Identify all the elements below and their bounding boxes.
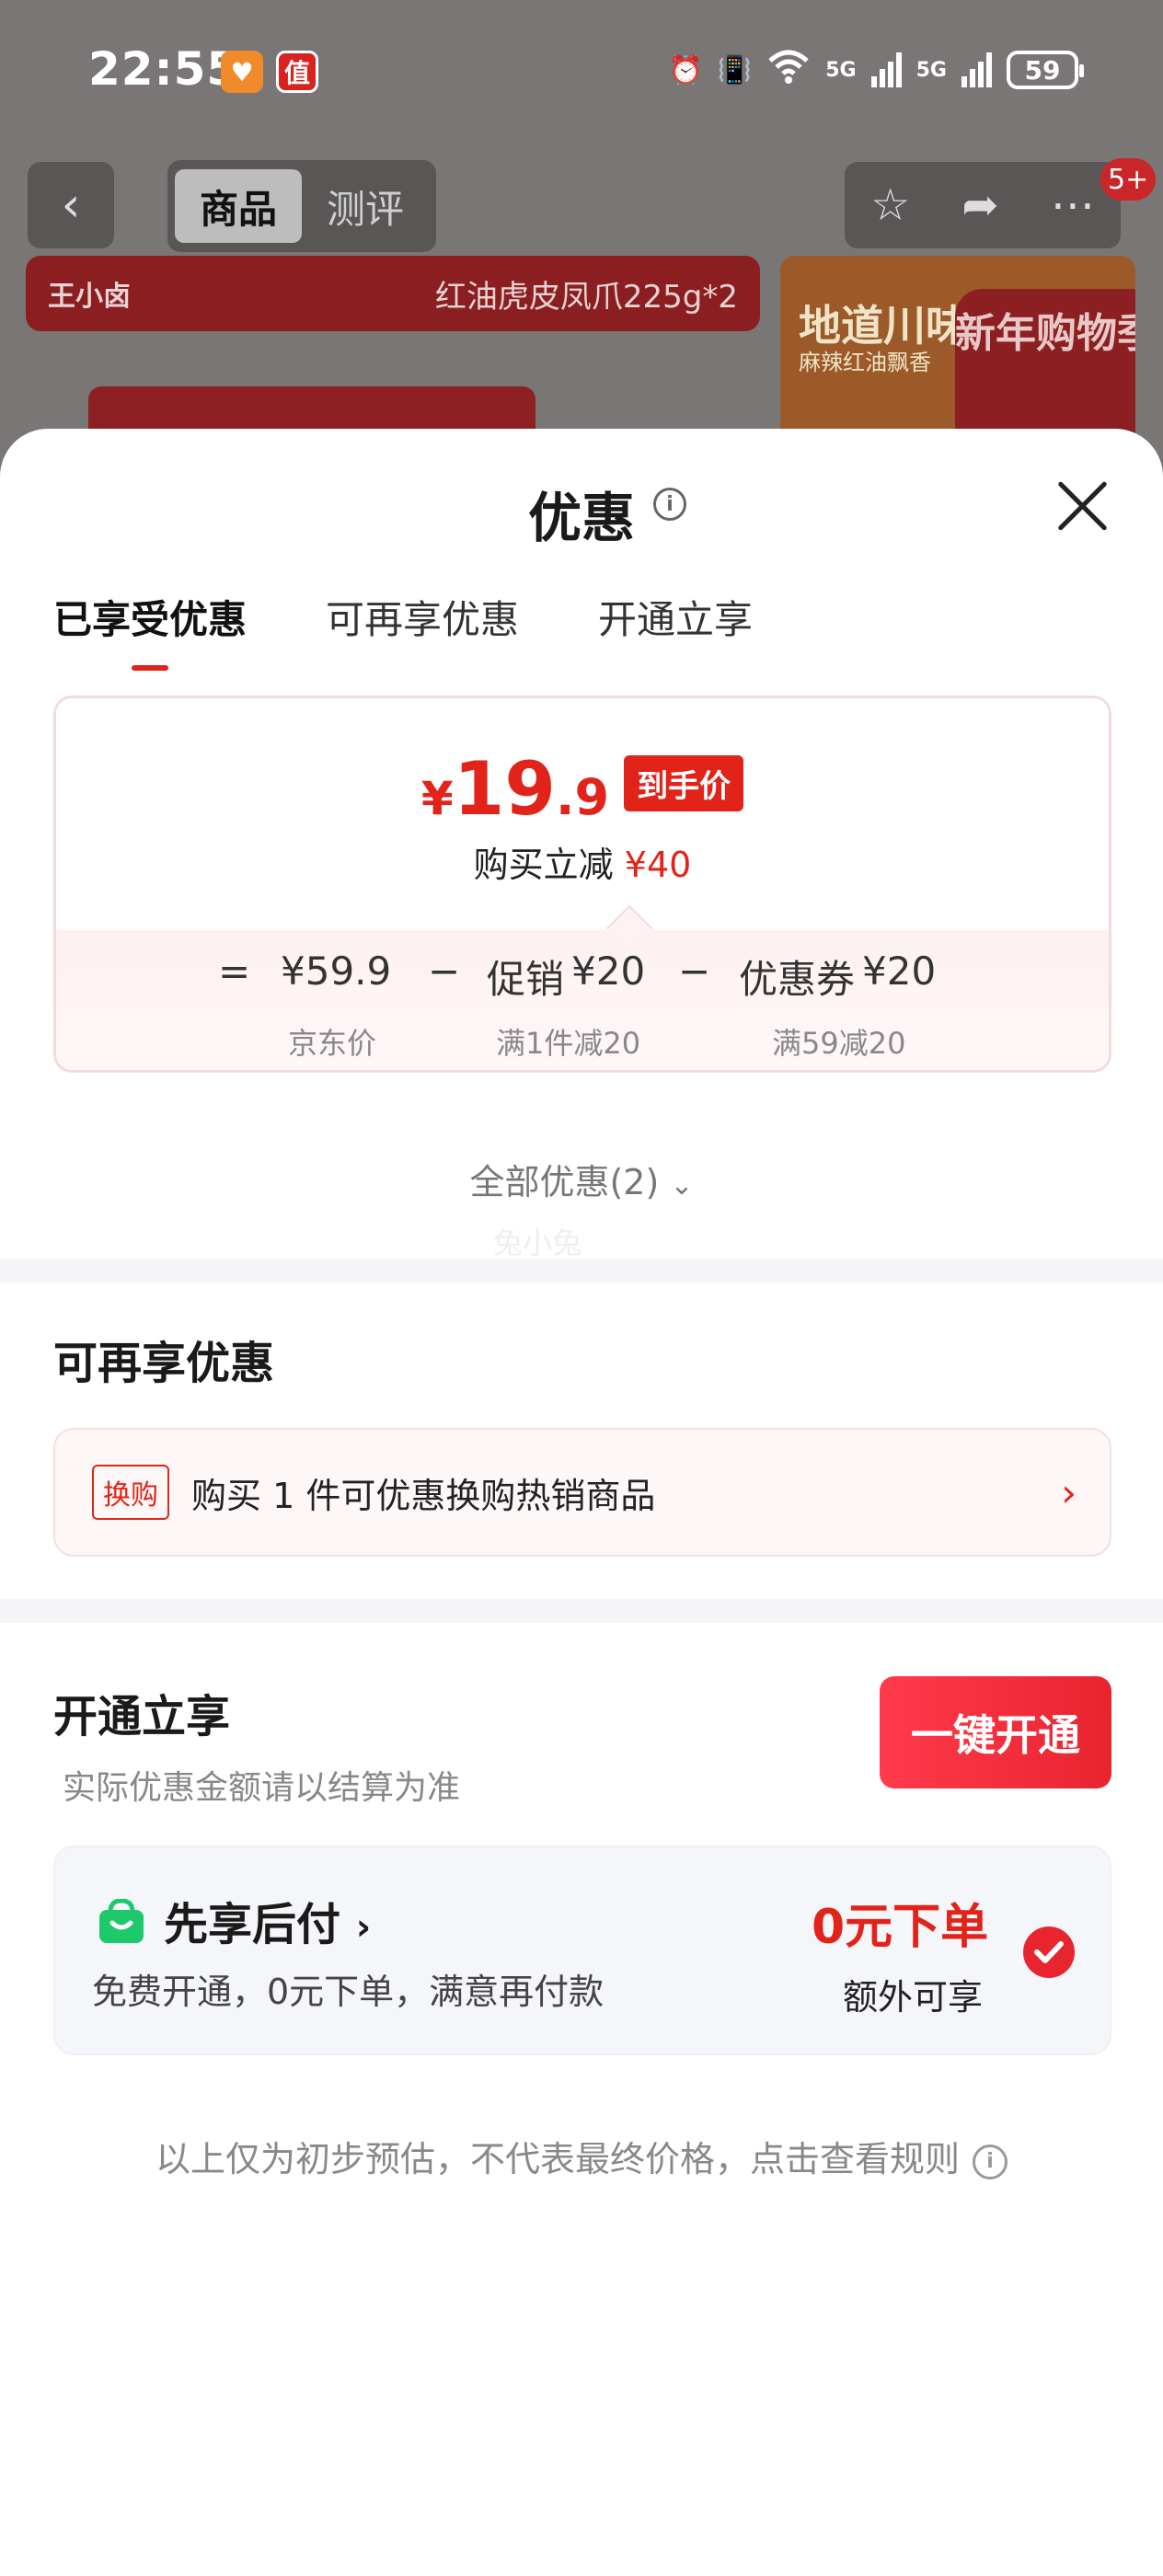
all-discounts-toggle[interactable]: 全部优惠(2) ⌄ xyxy=(0,1154,1163,1204)
promo-label: 促销 xyxy=(487,957,565,1002)
status-icons: ⏰ 📳 5G 5G 59 xyxy=(668,48,1084,92)
heart-app-icon: ♥ xyxy=(221,51,263,93)
all-discounts-label: 全部优惠(2) xyxy=(469,1162,660,1202)
coupon-amount: ¥20 xyxy=(862,949,937,994)
status-time: 22:55 xyxy=(88,42,240,96)
message-count-badge: 5+ xyxy=(1100,158,1157,201)
base-price-label: 京东价 xyxy=(288,1026,377,1061)
enable-subtitle: 实际优惠金额请以结算为准 xyxy=(63,1769,461,1807)
zhi-app-icon: 值 xyxy=(276,51,318,93)
share-icon[interactable]: ➦ xyxy=(961,179,998,231)
equals-sign: = xyxy=(218,949,251,994)
enable-title: 开通立享 xyxy=(53,1691,231,1742)
info-icon[interactable]: i xyxy=(653,488,686,521)
back-button[interactable]: ‹ xyxy=(28,162,114,248)
tab-enable[interactable]: 开通立享 xyxy=(598,589,753,645)
top-actions: ☆ ➦ ⋯ xyxy=(845,162,1121,248)
tab-enjoyed[interactable]: 已享受优惠 xyxy=(53,589,247,671)
swap-offer-text: 购买 1 件可优惠换购热销商品 xyxy=(191,1475,656,1516)
status-bar: 22:55 ♥ 值 ⏰ 📳 5G 5G 59 xyxy=(0,0,1163,147)
pay-later-card[interactable]: 先享后付 › 免费开通，0元下单，满意再付款 0元下单 额外可享 xyxy=(53,1846,1111,2055)
chevron-down-icon: ⌄ xyxy=(670,1169,694,1202)
tab-product[interactable]: 商品 xyxy=(175,169,302,243)
pay-later-extra: 额外可享 xyxy=(843,1977,984,2018)
swap-tag: 换购 xyxy=(92,1465,169,1520)
product-title: 红油虎皮凤爪225g*2 xyxy=(434,278,738,316)
chevron-right-icon: › xyxy=(1061,1469,1077,1515)
coupon-condition: 满59减20 xyxy=(772,1026,906,1061)
rules-note[interactable]: 以上仅为初步预估，不代表最终价格，点击查看规则 i xyxy=(0,2131,1163,2181)
tab-review[interactable]: 测评 xyxy=(302,169,429,243)
price-formula: = ¥59.9 − 促销 ¥20 − 优惠券 ¥20 京东价 满1件减20 满5… xyxy=(56,930,1109,1070)
price-decimal: .9 xyxy=(556,768,610,826)
page-tab-switch: 商品 测评 xyxy=(167,160,436,252)
close-button[interactable] xyxy=(1053,477,1111,535)
promo-amount: ¥20 xyxy=(571,949,646,994)
background-page: 22:55 ♥ 值 ⏰ 📳 5G 5G 59 ‹ 商品 测评 ☆ ➦ ⋯ 5+ … xyxy=(0,0,1163,478)
minus-sign-2: − xyxy=(678,949,711,994)
rules-note-text: 以上仅为初步预估，不代表最终价格，点击查看规则 xyxy=(155,2139,960,2179)
chevron-right-icon: › xyxy=(355,1906,372,1949)
signal-icon xyxy=(870,52,902,87)
instant-discount-label: 购买立减 xyxy=(473,845,614,885)
currency-symbol: ¥ xyxy=(420,772,454,825)
minus-sign: − xyxy=(428,949,461,994)
discount-tabs: 已享受优惠 可再享优惠 开通立享 xyxy=(53,589,753,671)
brand-logo: 王小卤 xyxy=(48,281,131,313)
instant-discount: 购买立减 ¥40 xyxy=(56,836,1109,887)
promo-condition: 满1件减20 xyxy=(496,1026,641,1061)
one-click-enable-button[interactable]: 一键开通 xyxy=(880,1676,1111,1788)
side-card-subtitle: 麻辣红油飘香 xyxy=(799,350,931,375)
base-price: ¥59.9 xyxy=(281,949,392,994)
coupon-label: 优惠券 xyxy=(739,957,856,1002)
checkmark-icon[interactable] xyxy=(1023,1926,1075,1978)
price-integer: 19 xyxy=(453,746,557,832)
watermark: 兔小兔 xyxy=(493,1225,582,1260)
reenjoy-title: 可再享优惠 xyxy=(53,1338,275,1389)
vibrate-icon: 📳 xyxy=(717,53,753,86)
pay-later-title-text: 先享后付 xyxy=(164,1899,341,1950)
info-icon: i xyxy=(973,2144,1008,2179)
sheet-title: 优惠 xyxy=(527,487,635,549)
price-breakdown-card: ¥ 19 .9 到手价 购买立减 ¥40 = ¥59.9 − 促销 ¥20 − … xyxy=(53,696,1111,1073)
star-icon[interactable]: ☆ xyxy=(870,179,910,231)
chevron-left-icon: ‹ xyxy=(61,178,81,233)
more-icon[interactable]: ⋯ xyxy=(1051,179,1095,231)
pay-later-highlight: 0元下单 xyxy=(812,1900,989,1955)
tab-reenjoy[interactable]: 可再享优惠 xyxy=(326,589,519,645)
pay-later-title: 先享后付 › xyxy=(164,1888,371,1952)
pay-later-description: 免费开通，0元下单，满意再付款 xyxy=(92,1972,605,2012)
battery-icon: 59 xyxy=(1007,51,1084,89)
wifi-icon xyxy=(766,48,811,92)
swap-offer-row[interactable]: 换购 购买 1 件可优惠换购热销商品 › xyxy=(53,1428,1111,1557)
signal-icon-2 xyxy=(961,52,992,87)
final-price-section: ¥ 19 .9 到手价 购买立减 ¥40 xyxy=(56,698,1109,930)
product-banner: 王小卤 红油虎皮凤爪225g*2 xyxy=(26,256,760,331)
final-price-badge: 到手价 xyxy=(624,755,744,811)
alarm-icon: ⏰ xyxy=(668,53,703,86)
section-divider-2 xyxy=(0,1599,1163,1623)
network-label: 5G xyxy=(825,58,857,82)
final-price: ¥ 19 .9 到手价 xyxy=(56,746,1109,832)
discount-sheet: 优惠 i 已享受优惠 可再享优惠 开通立享 ¥ 19 .9 到手价 购买立减 ¥… xyxy=(0,429,1163,2576)
instant-discount-amount: ¥40 xyxy=(624,845,692,885)
network-label-2: 5G xyxy=(915,58,947,82)
shopping-bag-icon xyxy=(98,1898,145,1943)
section-divider xyxy=(0,1259,1163,1282)
